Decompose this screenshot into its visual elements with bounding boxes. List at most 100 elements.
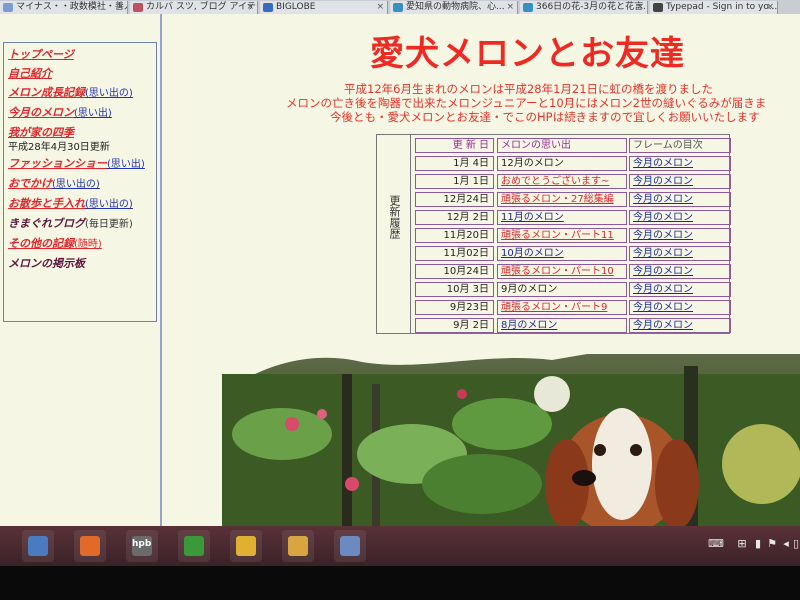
tab-close-icon[interactable]: × (766, 1, 774, 13)
row-frame-link[interactable]: 今月のメロン (629, 282, 731, 297)
sidebar-item[interactable]: 我が家の四季 (6, 123, 154, 142)
tab-favicon (133, 3, 143, 12)
sidebar-item[interactable]: メロンの掲示板 (6, 254, 154, 273)
browser-tab[interactable]: マイナス・・政数模社・善人...× (0, 1, 128, 14)
tab-close-icon[interactable]: × (506, 1, 514, 13)
browser-tab[interactable]: 366日の花-3月の花と花言... × (520, 1, 648, 14)
row-frame-link[interactable]: 今月のメロン (629, 192, 731, 207)
row-frame-link[interactable]: 今月のメロン (629, 156, 731, 171)
row-frame-link[interactable]: 今月のメロン (629, 246, 731, 261)
row-frame-link[interactable]: 今月のメロン (629, 264, 731, 279)
row-memory-link[interactable]: 12月のメロン (497, 156, 627, 171)
browser-tab[interactable]: BIGLOBE × (260, 1, 388, 14)
taskbar-button[interactable] (74, 530, 106, 562)
taskbar-button[interactable] (282, 530, 314, 562)
sidebar-item-label: きまぐれブログ (8, 217, 85, 230)
browser-tab[interactable]: カルバ スツ, ブログ アイテクラ...× (130, 1, 258, 14)
sidebar-item[interactable]: トップページ (6, 45, 154, 64)
sidebar-item[interactable]: 今月のメロン(思い出) (6, 103, 154, 123)
dog-garden-photo (222, 354, 800, 526)
header-date: 更 新 日 (415, 138, 494, 153)
sidebar-item-sublabel: (思い出の) (85, 88, 133, 99)
taskbar-button[interactable] (334, 530, 366, 562)
sidebar-item-label: トップページ (8, 48, 74, 61)
row-frame-link[interactable]: 今月のメロン (629, 174, 731, 189)
sidebar-item-label: メロンの掲示板 (8, 257, 85, 270)
action-center-icon[interactable]: ⚑ (766, 538, 778, 550)
sidebar-item[interactable]: 自己紹介 (6, 64, 154, 83)
browser-viewport: トップページ 自己紹介 メロン成長記録(思い出の) 今月のメロン(思い出) 我が家の四季… (0, 14, 800, 526)
tab-title: 366日の花-3月の花と花言... (536, 2, 648, 12)
sidebar-item-label: その他の記録 (8, 237, 74, 250)
row-date: 11月20日 (415, 228, 494, 243)
sidebar-item[interactable]: お散歩と手入れ(思い出の) (6, 194, 154, 214)
row-frame-link[interactable]: 今月のメロン (629, 318, 731, 333)
tab-close-icon[interactable]: × (636, 1, 644, 13)
browser-tab[interactable]: Typepad - Sign in to yo... × (650, 1, 778, 14)
row-date: 1月 4日 (415, 156, 494, 171)
tab-title: BIGLOBE (276, 2, 316, 12)
sidebar-item[interactable]: きまぐれブログ(毎日更新) (6, 214, 154, 234)
sidebar-item[interactable]: その他の記録(随時) (6, 234, 154, 254)
windows-taskbar: hpb ⌨ ⊞ ▮ ⚑ ◂ ▯ (0, 526, 800, 566)
row-memory-link[interactable]: 9月のメロン (497, 282, 627, 297)
row-date: 10月 3日 (415, 282, 494, 297)
row-memory-link[interactable]: 頑張るメロン・パート11 (497, 228, 627, 243)
row-date: 1月 1日 (415, 174, 494, 189)
sidebar-item-sublabel: (思い出の) (85, 199, 133, 210)
tab-title: カルバ スツ, ブログ アイテクラ... (146, 2, 257, 12)
app-icon (28, 536, 48, 556)
intro-line-3: 今後とも・愛犬メロンとお友達・でこのHPは続きますので宜しくお願いいたします (330, 110, 760, 124)
network-icon[interactable]: ▮ (752, 538, 764, 550)
row-memory-link[interactable]: 8月のメロン (497, 318, 627, 333)
sidebar-item-sublabel: (毎日更新) (85, 219, 133, 230)
windows-flag-icon[interactable]: ⊞ (736, 538, 748, 550)
sidebar-item-sublabel: (思い出の) (52, 179, 100, 190)
taskbar-button[interactable]: hpb (126, 530, 158, 562)
taskbar-button[interactable] (230, 530, 262, 562)
header-frame: フレームの目次 (629, 138, 731, 153)
tab-close-icon[interactable]: × (246, 1, 254, 13)
keyboard-icon[interactable]: ⌨ (704, 538, 728, 550)
row-frame-link[interactable]: 今月のメロン (629, 210, 731, 225)
tab-favicon (393, 3, 403, 12)
row-memory-link[interactable]: 11月のメロン (497, 210, 627, 225)
row-frame-link[interactable]: 今月のメロン (629, 228, 731, 243)
monitor-bezel (0, 566, 800, 600)
taskbar-button[interactable] (22, 530, 54, 562)
row-memory-link[interactable]: 頑張るメロン・パート10 (497, 264, 627, 279)
battery-icon[interactable]: ▯ (792, 538, 800, 550)
sidebar-item[interactable]: おでかけ(思い出の) (6, 174, 154, 194)
sidebar-item-label: ファッションショー (8, 157, 107, 170)
sidebar-item[interactable]: メロン成長記録(思い出の) (6, 83, 154, 103)
row-memory-link[interactable]: 頑張るメロン・パート9 (497, 300, 627, 315)
tab-favicon (523, 3, 533, 12)
row-date: 10月24日 (415, 264, 494, 279)
tab-title: Typepad - Sign in to yo... (666, 2, 778, 12)
tab-close-icon[interactable]: × (116, 1, 124, 13)
page-title: 愛犬メロンとお友達 (370, 34, 685, 74)
hpb-label: hpb (132, 539, 152, 549)
row-memory-link[interactable]: おめでとうございます~ (497, 174, 627, 189)
row-memory-link[interactable]: 10月のメロン (497, 246, 627, 261)
firefox-icon (80, 536, 100, 556)
sidebar-item-label: メロン成長記録 (8, 86, 85, 99)
header-memory: メロンの思い出 (497, 138, 627, 153)
update-history-label: 更新履歴 (388, 195, 401, 239)
update-history-label-cell: 更新履歴 (377, 135, 411, 333)
sidebar-item[interactable]: ファッションショー(思い出) (6, 154, 154, 174)
row-date: 9月23日 (415, 300, 494, 315)
picture-app-icon (340, 536, 360, 556)
intro-line-1: 平成12年6月生まれのメロンは平成28年1月21日に虹の橋を渡りました (344, 82, 714, 96)
tab-favicon (653, 3, 663, 12)
row-frame-link[interactable]: 今月のメロン (629, 300, 731, 315)
tab-close-icon[interactable]: × (376, 1, 384, 13)
volume-icon[interactable]: ◂ (780, 538, 792, 550)
row-date: 12月 2日 (415, 210, 494, 225)
row-memory-link[interactable]: 頑張るメロン・27総集編 (497, 192, 627, 207)
browser-tab[interactable]: 愛知県の動物病院、心... × (390, 1, 518, 14)
tab-favicon (3, 3, 13, 12)
chrome-icon (236, 536, 256, 556)
taskbar-button[interactable] (178, 530, 210, 562)
sidebar-item-label: おでかけ (8, 177, 52, 190)
